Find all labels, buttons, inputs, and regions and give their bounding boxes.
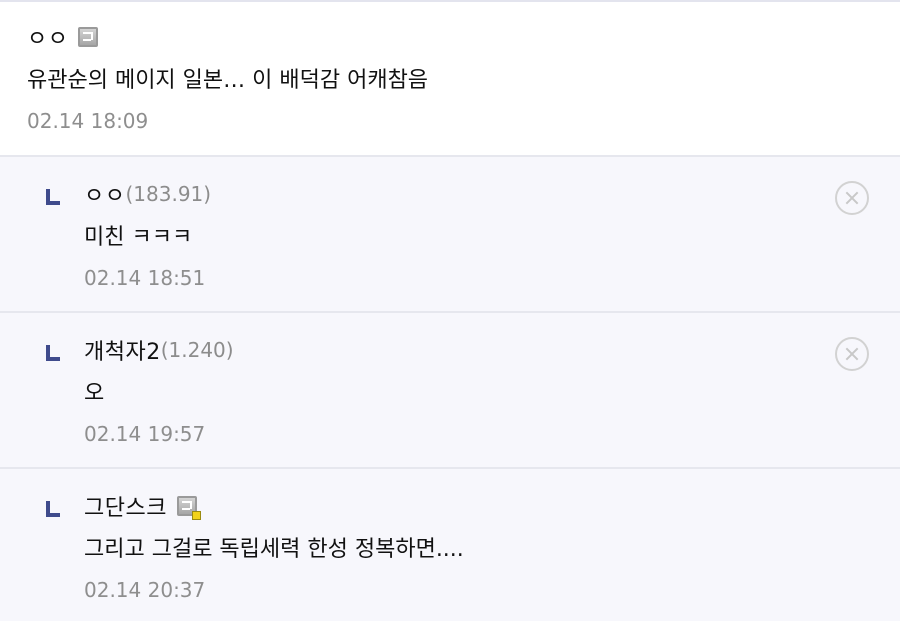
fixed-nick-icon: [176, 496, 201, 520]
reply-text: 미친 ㅋㅋㅋ: [84, 225, 193, 250]
delete-reply-button[interactable]: [835, 337, 869, 371]
reply-item: ㅇㅇ (183.91) 미친 ㅋㅋㅋ 02.14 18:51: [0, 157, 900, 313]
reply-header: ㅇㅇ (183.91): [84, 177, 900, 211]
reply-date: 02.14 18:51: [84, 266, 206, 290]
reply-text: 오: [84, 381, 105, 406]
reply-nickname[interactable]: ㅇㅇ: [84, 178, 125, 210]
comment-item: ㅇㅇ 유관순의 메이지 일본… 이 배덕감 어캐참음 02.14 18:09: [0, 2, 900, 157]
reply-nickname[interactable]: 개척자2: [84, 334, 161, 366]
fixed-nick-icon: [78, 27, 99, 47]
comment-header: ㅇㅇ: [27, 20, 900, 54]
reply-ip: (183.91): [125, 182, 212, 206]
reply-item: 개척자2 (1.240) 오 02.14 19:57: [0, 313, 900, 469]
badge-dot: [191, 511, 201, 520]
reply-text: 그리고 그걸로 독립세력 한성 정복하면....: [84, 537, 464, 562]
reply-nickname[interactable]: 그단스크: [84, 490, 167, 522]
reply-arrow-icon: [46, 345, 60, 361]
reply-arrow-icon: [46, 501, 60, 517]
comment-text: 유관순의 메이지 일본… 이 배덕감 어캐참음: [27, 68, 429, 93]
delete-reply-button[interactable]: [835, 181, 869, 215]
reply-arrow-icon: [46, 189, 60, 205]
reply-item: 그단스크 그리고 그걸로 독립세력 한성 정복하면.... 02.14 20:3…: [0, 469, 900, 621]
reply-ip: (1.240): [160, 338, 234, 362]
reply-date: 02.14 20:37: [84, 578, 206, 602]
comment-nickname[interactable]: ㅇㅇ: [27, 21, 68, 53]
reply-header: 그단스크: [84, 489, 900, 523]
reply-date: 02.14 19:57: [84, 422, 206, 446]
reply-header: 개척자2 (1.240): [84, 333, 900, 367]
comment-date: 02.14 18:09: [27, 109, 149, 133]
